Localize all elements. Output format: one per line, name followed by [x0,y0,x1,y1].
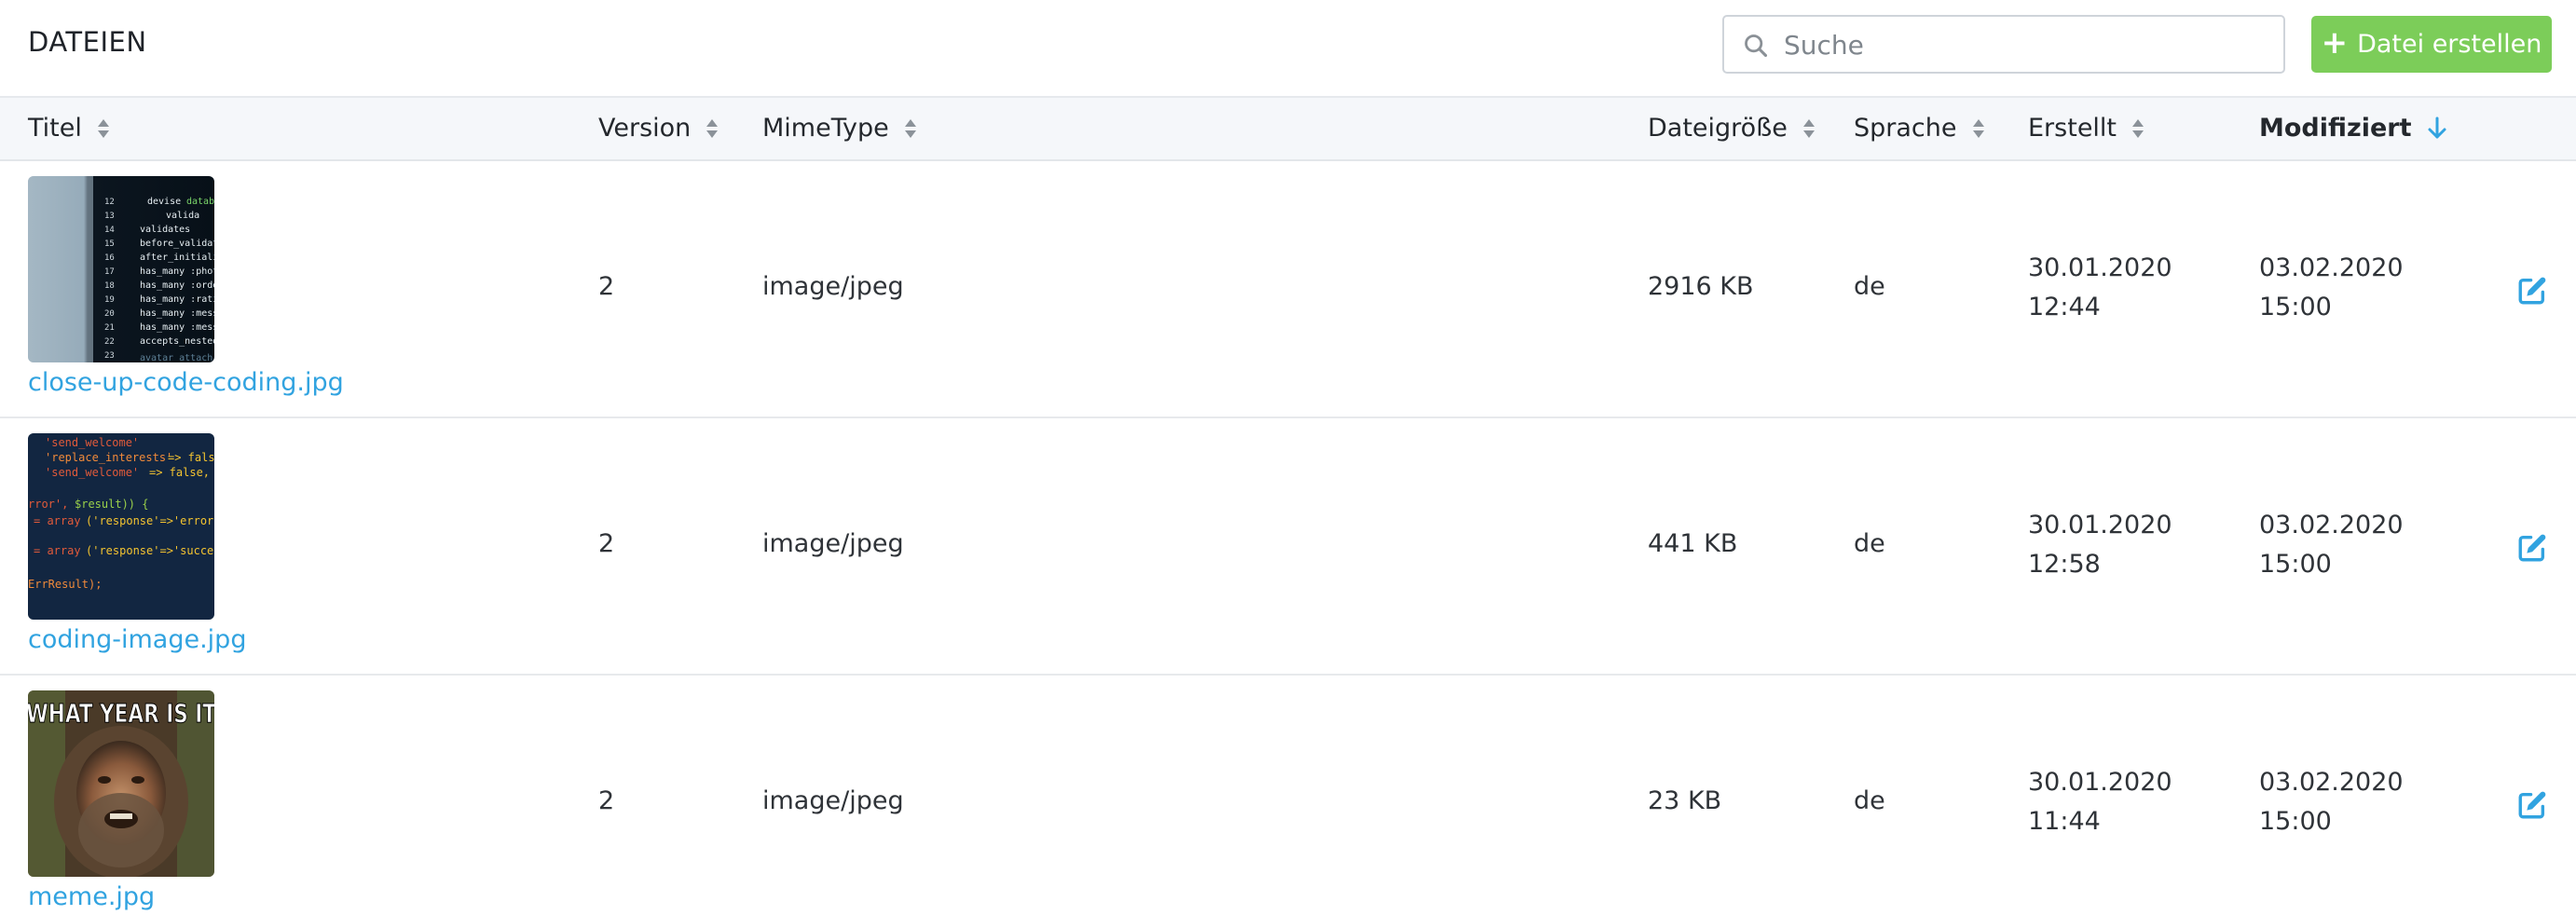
column-header-created[interactable]: Erstellt [2028,114,2144,143]
svg-text:20: 20 [104,309,115,319]
svg-text:22: 22 [104,337,115,347]
table-row: 12 13 14 15 16 17 18 19 20 21 22 23 devise datab v… [0,161,2576,418]
svg-text:21: 21 [104,323,115,333]
svg-text:18: 18 [104,281,115,291]
svg-text:14: 14 [104,225,115,235]
created-cell: 30.01.2020 12:58 [2028,511,2172,579]
column-header-mimetype[interactable]: MimeType [762,114,917,143]
version-cell: 2 [598,529,615,558]
page-title: DATEIEN [28,26,147,58]
column-header-language[interactable]: Sprache [1854,114,1985,143]
svg-text:23: 23 [104,351,115,361]
create-file-button[interactable]: + Datei erstellen [2311,16,2552,73]
edit-icon[interactable] [2516,532,2548,564]
svg-text:15: 15 [104,239,115,249]
svg-text:has_many :order: has_many :order [140,280,214,291]
modified-cell: 03.02.2020 15:00 [2259,511,2404,579]
search-icon [1745,34,1768,58]
svg-text:avatar attach: avatar attach [140,353,212,362]
file-link[interactable]: coding-image.jpg [28,625,246,654]
svg-text:= array: = array [34,514,81,527]
sort-icon [904,118,916,138]
svg-text:19: 19 [104,295,115,305]
version-cell: 2 [598,786,615,815]
plus-icon: + [2321,24,2349,61]
mimetype-cell: image/jpeg [762,786,904,815]
code-close-up-thumbnail[interactable]: 12 13 14 15 16 17 18 19 20 21 22 23 devise datab v… [28,176,214,362]
mimetype-cell: image/jpeg [762,529,904,558]
edit-icon[interactable] [2516,789,2548,821]
edit-icon[interactable] [2516,275,2548,307]
created-cell: 30.01.2020 12:44 [2028,253,2172,321]
created-cell: 30.01.2020 11:44 [2028,768,2172,836]
svg-text:has_many :ratin: has_many :ratin [140,294,214,305]
table-row: 'send_welcome' 'replace_interests' => fal… [0,418,2576,676]
sort-icon [97,118,109,138]
sort-icon [2132,118,2144,138]
search-input[interactable]: Suche [1722,15,2285,74]
svg-text:'replace_interests': 'replace_interests' [45,451,172,464]
language-cell: de [1854,272,1885,301]
meme-caption: WHAT YEAR IS IT [28,698,214,729]
version-cell: 2 [598,272,615,301]
svg-text:13: 13 [104,212,115,221]
svg-text:16: 16 [104,253,115,263]
svg-text:('response'=>'error', me: ('response'=>'error', me [86,514,214,527]
filesize-cell: 2916 KB [1648,272,1754,301]
svg-text:12: 12 [104,198,115,207]
svg-text:has_many :photo: has_many :photo [140,266,214,277]
file-link[interactable]: meme.jpg [28,882,155,911]
svg-text:ErrResult);: ErrResult); [28,578,102,591]
create-file-label: Datei erstellen [2357,30,2542,59]
svg-text:$result)) {: $result)) { [75,498,148,511]
sort-descending-icon [2428,116,2446,138]
sort-icon [706,118,719,138]
filesize-cell: 441 KB [1648,529,1738,558]
table-header: Titel Version MimeType Dateigröße Sprach… [0,96,2576,161]
page-header: DATEIEN Suche + Datei erstellen [0,0,2576,96]
svg-text:=> false,: => false, [168,451,214,464]
svg-text:valida: valida [166,211,199,221]
column-header-filesize[interactable]: Dateigröße [1648,114,1816,143]
svg-text:before_validat: before_validat [140,239,214,249]
svg-text:=> false,: => false, [149,466,210,479]
colorful-code-thumbnail[interactable]: 'send_welcome' 'replace_interests' => fal… [28,433,214,620]
filesize-cell: 23 KB [1648,786,1722,815]
svg-text:= array: = array [34,544,81,557]
svg-text:accepts_nested_: accepts_nested_ [140,336,214,347]
svg-text:validates: validates [140,225,190,235]
svg-text:has_many :messa: has_many :messa [140,308,214,319]
search-placeholder: Suche [1784,30,1864,61]
svg-text:'send_welcome': 'send_welcome' [45,466,139,479]
meme-thumbnail[interactable]: WHAT YEAR IS IT [28,690,214,877]
table-row: WHAT YEAR IS IT meme.jpg 2 image/jpeg 23… [0,676,2576,915]
column-header-version[interactable]: Version [598,114,719,143]
svg-text:17: 17 [104,267,115,277]
file-link[interactable]: close-up-code-coding.jpg [28,368,344,397]
modified-cell: 03.02.2020 15:00 [2259,253,2404,321]
svg-text:after_initiali: after_initiali [140,253,214,263]
column-header-title[interactable]: Titel [28,114,110,143]
sort-icon [1972,118,1984,138]
svg-text:datab: datab [186,197,214,207]
language-cell: de [1854,786,1885,815]
svg-text:has_many :messa: has_many :messa [140,322,214,333]
sort-icon [1802,118,1815,138]
svg-text:devise: devise [147,197,181,207]
svg-text:('response'=>'success');: ('response'=>'success'); [86,544,214,557]
modified-cell: 03.02.2020 15:00 [2259,768,2404,836]
column-header-modified[interactable]: Modifiziert [2259,114,2447,143]
svg-text:rror',: rror', [28,498,68,511]
language-cell: de [1854,529,1885,558]
svg-text:'send_welcome': 'send_welcome' [45,436,139,449]
mimetype-cell: image/jpeg [762,272,904,301]
